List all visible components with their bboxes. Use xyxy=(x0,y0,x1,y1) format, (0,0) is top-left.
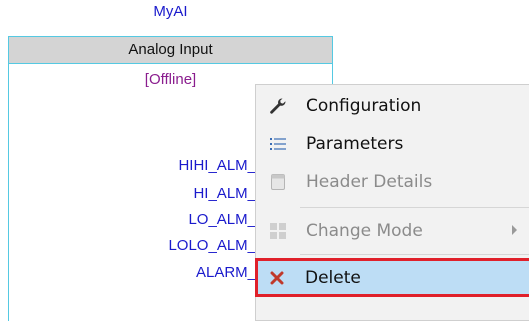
submenu-arrow-icon xyxy=(512,225,517,235)
diagram-canvas: MyAI Analog Input [Offline] HIHI_ALM_ HI… xyxy=(0,0,529,321)
context-menu: Configuration Parameters Header Details … xyxy=(255,84,529,321)
list-icon xyxy=(264,136,292,152)
wrench-icon xyxy=(264,97,292,115)
block-name: MyAI xyxy=(153,3,188,20)
menu-separator xyxy=(300,254,529,255)
menu-item-label: Configuration xyxy=(306,96,422,116)
menu-item-label: Delete xyxy=(305,267,361,288)
menu-item-label: Parameters xyxy=(306,134,404,154)
port-hihi-alm[interactable]: HIHI_ALM_ xyxy=(178,157,256,174)
menu-item-change-mode: Change Mode xyxy=(256,212,529,250)
grid-icon xyxy=(264,222,292,240)
menu-item-configuration[interactable]: Configuration xyxy=(256,87,529,125)
delete-x-icon xyxy=(263,271,291,285)
menu-item-label: Header Details xyxy=(306,172,433,192)
document-icon xyxy=(264,173,292,191)
menu-item-parameters[interactable]: Parameters xyxy=(256,125,529,163)
port-lo-alm[interactable]: LO_ALM_ xyxy=(188,211,256,228)
port-hi-alm[interactable]: HI_ALM_ xyxy=(193,185,256,202)
port-alarm[interactable]: ALARM_ xyxy=(196,264,256,281)
menu-item-label: Change Mode xyxy=(306,221,423,241)
menu-item-header-details: Header Details xyxy=(256,163,529,201)
menu-separator xyxy=(300,207,529,208)
block-type-header: Analog Input xyxy=(9,37,332,64)
port-lolo-alm[interactable]: LOLO_ALM_ xyxy=(168,237,256,254)
menu-item-delete[interactable]: Delete xyxy=(255,258,529,297)
